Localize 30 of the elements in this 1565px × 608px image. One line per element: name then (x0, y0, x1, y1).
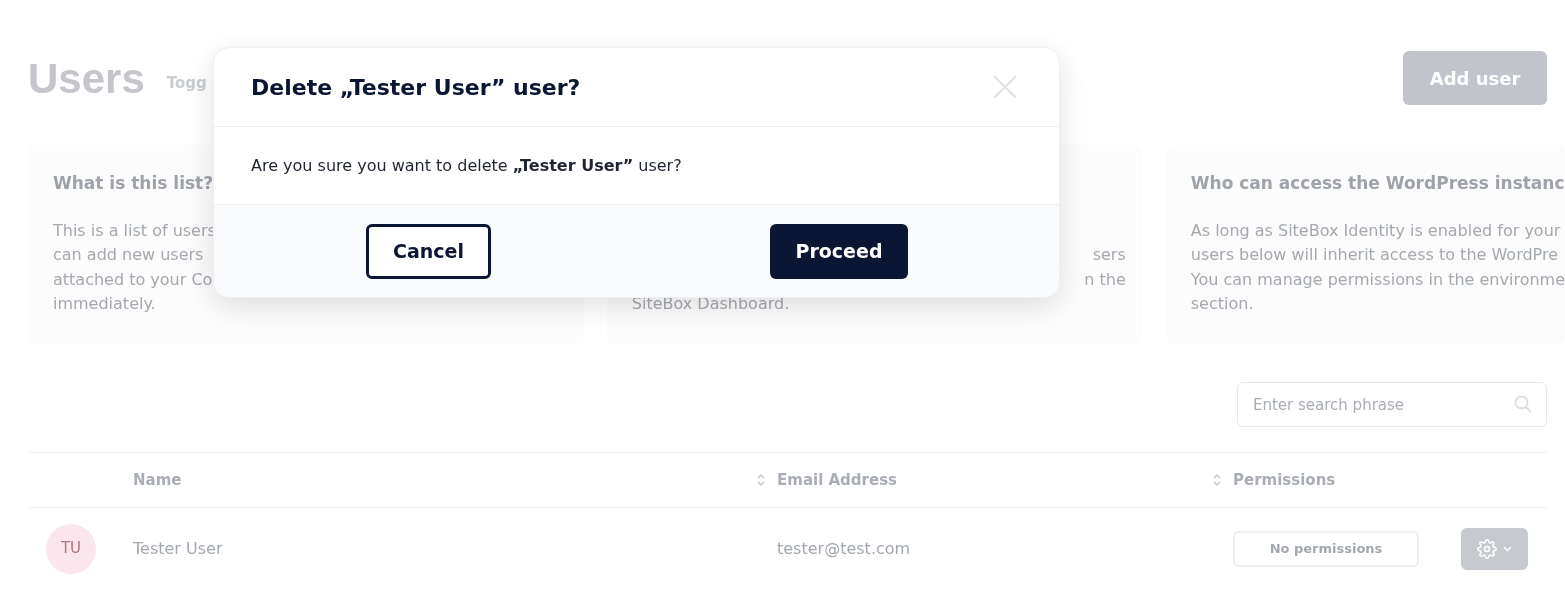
card-text-line: sers (1092, 244, 1126, 266)
sort-icon[interactable] (1213, 473, 1221, 487)
column-header: Permissions (1233, 469, 1336, 491)
search-field[interactable]: Enter search phrase (1237, 382, 1547, 427)
card-text-line: You can manage permissions in the environme (1190, 268, 1565, 291)
dialog-title: Delete „Tester User” user? (251, 73, 581, 102)
user-email: tester@test.com (777, 537, 912, 560)
sort-icon[interactable] (757, 473, 765, 487)
card-text-line: section. (1190, 293, 1254, 315)
proceed-button[interactable]: Proceed (770, 223, 908, 279)
settings-button[interactable] (1461, 527, 1528, 570)
card-text-line: can add new users (53, 244, 204, 266)
card-text-line: n the (1084, 268, 1126, 291)
card-text-line: users below will inherit access to the WordPre (1190, 244, 1559, 266)
card-heading: Who can access the WordPress instanc (1190, 172, 1565, 195)
card-heading: What is this list? (53, 172, 215, 195)
settings-icon (1477, 538, 1497, 559)
dialog-message: Are you sure you want to delete „Tester User” user? (251, 154, 682, 177)
card-text-line: immediately. (53, 293, 156, 315)
column-header: Email Address (777, 469, 897, 491)
page-title: Users (28, 53, 145, 104)
card-text-line: attached to your Co (53, 268, 213, 291)
avatar: TU (46, 523, 96, 574)
card-text-line: As long as SiteBox Identity is enabled for your (1190, 219, 1561, 242)
close-icon[interactable] (992, 74, 1018, 100)
search-icon[interactable] (1514, 395, 1532, 413)
user-name: Tester User (133, 537, 224, 560)
column-header: Name (133, 469, 182, 491)
caret-icon (1503, 545, 1512, 552)
cancel-button[interactable]: Cancel (366, 223, 491, 279)
